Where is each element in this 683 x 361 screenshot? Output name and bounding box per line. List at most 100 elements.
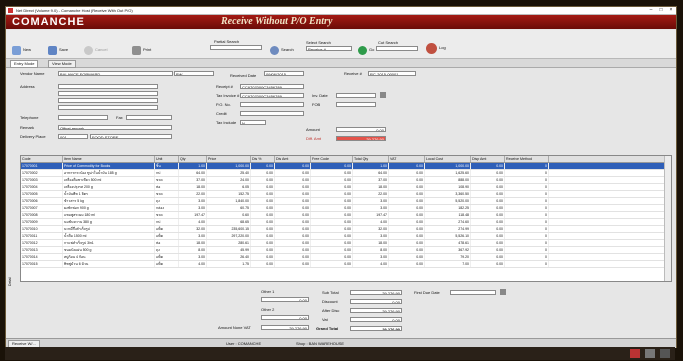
table-cell[interactable]: 0.00 xyxy=(471,198,505,204)
table-row[interactable]: 17070007 ผงซักฟอก 900 g กล่อง 3.00 60.75 0.00… xyxy=(21,205,671,212)
column-header[interactable]: Item Name xyxy=(63,156,155,162)
column-header[interactable]: Free Code xyxy=(311,156,353,162)
table-cell[interactable]: 17070007 xyxy=(21,205,63,211)
column-header[interactable]: Qty xyxy=(179,156,207,162)
table-cell[interactable]: บะหมี่กึ่งสำเร็จรูป xyxy=(63,226,155,232)
column-header[interactable]: Price xyxy=(207,156,251,162)
table-cell[interactable]: 0.00 xyxy=(275,198,311,204)
table-row[interactable]: 17070001 Price of Commodity for Books ชิ้น… xyxy=(21,163,671,170)
table-cell[interactable]: 3.00 xyxy=(353,198,389,204)
table-row[interactable]: 17070002 อาหารกระป๋อง ทูน่าในน้ำมัน 185 g… xyxy=(21,170,671,177)
table-cell[interactable]: 0.00 xyxy=(251,261,275,267)
table-cell[interactable]: 0.00 xyxy=(389,191,425,197)
table-cell[interactable]: 68.65 xyxy=(207,219,251,225)
table-cell[interactable]: แพ็ค xyxy=(155,226,179,232)
table-cell[interactable]: 0.00 xyxy=(275,254,311,260)
table-cell[interactable]: 0.00 xyxy=(311,219,353,225)
table-cell[interactable]: 24.00 xyxy=(207,177,251,183)
table-cell[interactable]: 0 xyxy=(505,240,549,246)
table-cell[interactable]: แพ็ค xyxy=(155,261,179,267)
table-cell[interactable]: 182.25 xyxy=(425,205,471,211)
table-cell[interactable]: ข้าวสาร 5 kg xyxy=(63,198,155,204)
table-cell[interactable]: 79.20 xyxy=(425,254,471,260)
table-cell[interactable]: 0.00 xyxy=(389,226,425,232)
first-due-date-field[interactable] xyxy=(450,290,496,295)
table-cell[interactable]: 4.00 xyxy=(353,261,389,267)
grid-scrollbar[interactable] xyxy=(664,156,671,281)
table-row[interactable]: 17070008 แชมพูสระผม 180 ml ขวด 197.47 0.60 0.… xyxy=(21,212,671,219)
table-cell[interactable]: 0 xyxy=(505,163,549,169)
remark-field[interactable]: Offset remark xyxy=(58,125,172,130)
table-cell[interactable]: 22.00 xyxy=(353,191,389,197)
table-cell[interactable]: 0.00 xyxy=(311,247,353,253)
table-row[interactable]: 17070013 ขนมปังแผ่น 500 g ถุง 8.00 45.99 0.00… xyxy=(21,247,671,254)
table-cell[interactable]: 0 xyxy=(505,184,549,190)
table-cell[interactable]: 0 xyxy=(505,254,549,260)
partial-search-input[interactable] xyxy=(210,45,262,50)
table-cell[interactable]: ทิชชู่ม้วน 6 ม้วน xyxy=(63,261,155,267)
table-cell[interactable]: 0 xyxy=(505,226,549,232)
table-cell[interactable]: 64.00 xyxy=(179,170,207,176)
calendar-icon[interactable] xyxy=(500,289,506,295)
table-cell[interactable]: 3,360.50 xyxy=(425,191,471,197)
table-row[interactable]: 17070011 น้ำดื่ม 1500 ml แพ็ค 3.00 297,220.0… xyxy=(21,233,671,240)
table-cell[interactable]: 22.00 xyxy=(179,191,207,197)
table-cell[interactable]: 0.00 xyxy=(251,240,275,246)
table-cell[interactable]: 0.00 xyxy=(275,261,311,267)
column-header[interactable]: Local Cost xyxy=(425,156,471,162)
table-cell[interactable]: 0.00 xyxy=(471,240,505,246)
table-cell[interactable]: 0.00 xyxy=(275,184,311,190)
table-cell[interactable]: 0.00 xyxy=(471,191,505,197)
table-cell[interactable]: 0.60 xyxy=(207,212,251,218)
table-cell[interactable]: 5,526.10 xyxy=(425,233,471,239)
table-cell[interactable]: ขวด xyxy=(155,177,179,183)
table-cell[interactable]: 197.47 xyxy=(353,212,389,218)
table-cell[interactable]: 0.00 xyxy=(311,177,353,183)
delivery-place-code[interactable]: 001 xyxy=(58,134,88,139)
column-header[interactable]: Dis % xyxy=(251,156,275,162)
table-cell[interactable]: 17070002 xyxy=(21,170,63,176)
print-button[interactable]: Print xyxy=(132,44,151,56)
table-cell[interactable]: น้ำมันพืช 1 ลิตร xyxy=(63,191,155,197)
table-cell[interactable]: 0.00 xyxy=(251,254,275,260)
table-cell[interactable]: 0.00 xyxy=(311,170,353,176)
table-cell[interactable]: 32.00 xyxy=(353,226,389,232)
table-cell[interactable]: 17070014 xyxy=(21,254,63,260)
table-cell[interactable]: 0.00 xyxy=(275,233,311,239)
table-cell[interactable]: 17070011 xyxy=(21,233,63,239)
table-cell[interactable]: 274.99 xyxy=(425,226,471,232)
table-cell[interactable]: 25.40 xyxy=(207,170,251,176)
table-cell[interactable]: 17070010 xyxy=(21,226,63,232)
table-cell[interactable]: 6.05 xyxy=(207,184,251,190)
table-cell[interactable]: 3.00 xyxy=(179,254,207,260)
table-row[interactable]: 17070012 กาแฟสำเร็จรูป 3in1 ห่อ 18.00 280.61… xyxy=(21,240,671,247)
table-cell[interactable]: 1,840.00 xyxy=(207,198,251,204)
table-cell[interactable]: 0 xyxy=(505,247,549,253)
po-no-field[interactable] xyxy=(240,102,304,107)
table-cell[interactable]: 37.00 xyxy=(353,177,389,183)
table-cell[interactable]: 18.00 xyxy=(353,240,389,246)
cancel-button[interactable]: Cancel xyxy=(84,44,107,56)
telephone-field[interactable] xyxy=(58,115,108,120)
table-row[interactable]: 17070009 นมข้นหวาน 380 g กป 4.00 68.65 0.00 0.… xyxy=(21,219,671,226)
table-cell[interactable]: 17070003 xyxy=(21,177,63,183)
table-cell[interactable]: 0.00 xyxy=(389,233,425,239)
column-header[interactable]: Dis Amt xyxy=(275,156,311,162)
other1-field[interactable]: 0.00 xyxy=(261,297,309,302)
tab-entry-mode[interactable]: Entry Mode xyxy=(10,60,39,68)
table-cell[interactable]: 0.00 xyxy=(389,212,425,218)
table-cell[interactable]: 17070012 xyxy=(21,240,63,246)
table-cell[interactable]: 0.00 xyxy=(275,191,311,197)
table-cell[interactable]: 0 xyxy=(505,177,549,183)
table-cell[interactable]: 17070008 xyxy=(21,212,63,218)
close-icon[interactable]: × xyxy=(666,7,676,14)
received-date-field[interactable]: 09/06/2015 xyxy=(264,71,304,76)
flag-icon[interactable] xyxy=(630,349,640,358)
minimize-icon[interactable]: – xyxy=(646,7,656,14)
table-cell[interactable]: 0.00 xyxy=(311,254,353,260)
table-cell[interactable]: 0.00 xyxy=(311,191,353,197)
table-cell[interactable]: 0.00 xyxy=(389,219,425,225)
table-cell[interactable]: 1,000.00 xyxy=(425,163,471,169)
table-cell[interactable]: แพ็ค xyxy=(155,254,179,260)
table-cell[interactable]: 0.00 xyxy=(275,170,311,176)
